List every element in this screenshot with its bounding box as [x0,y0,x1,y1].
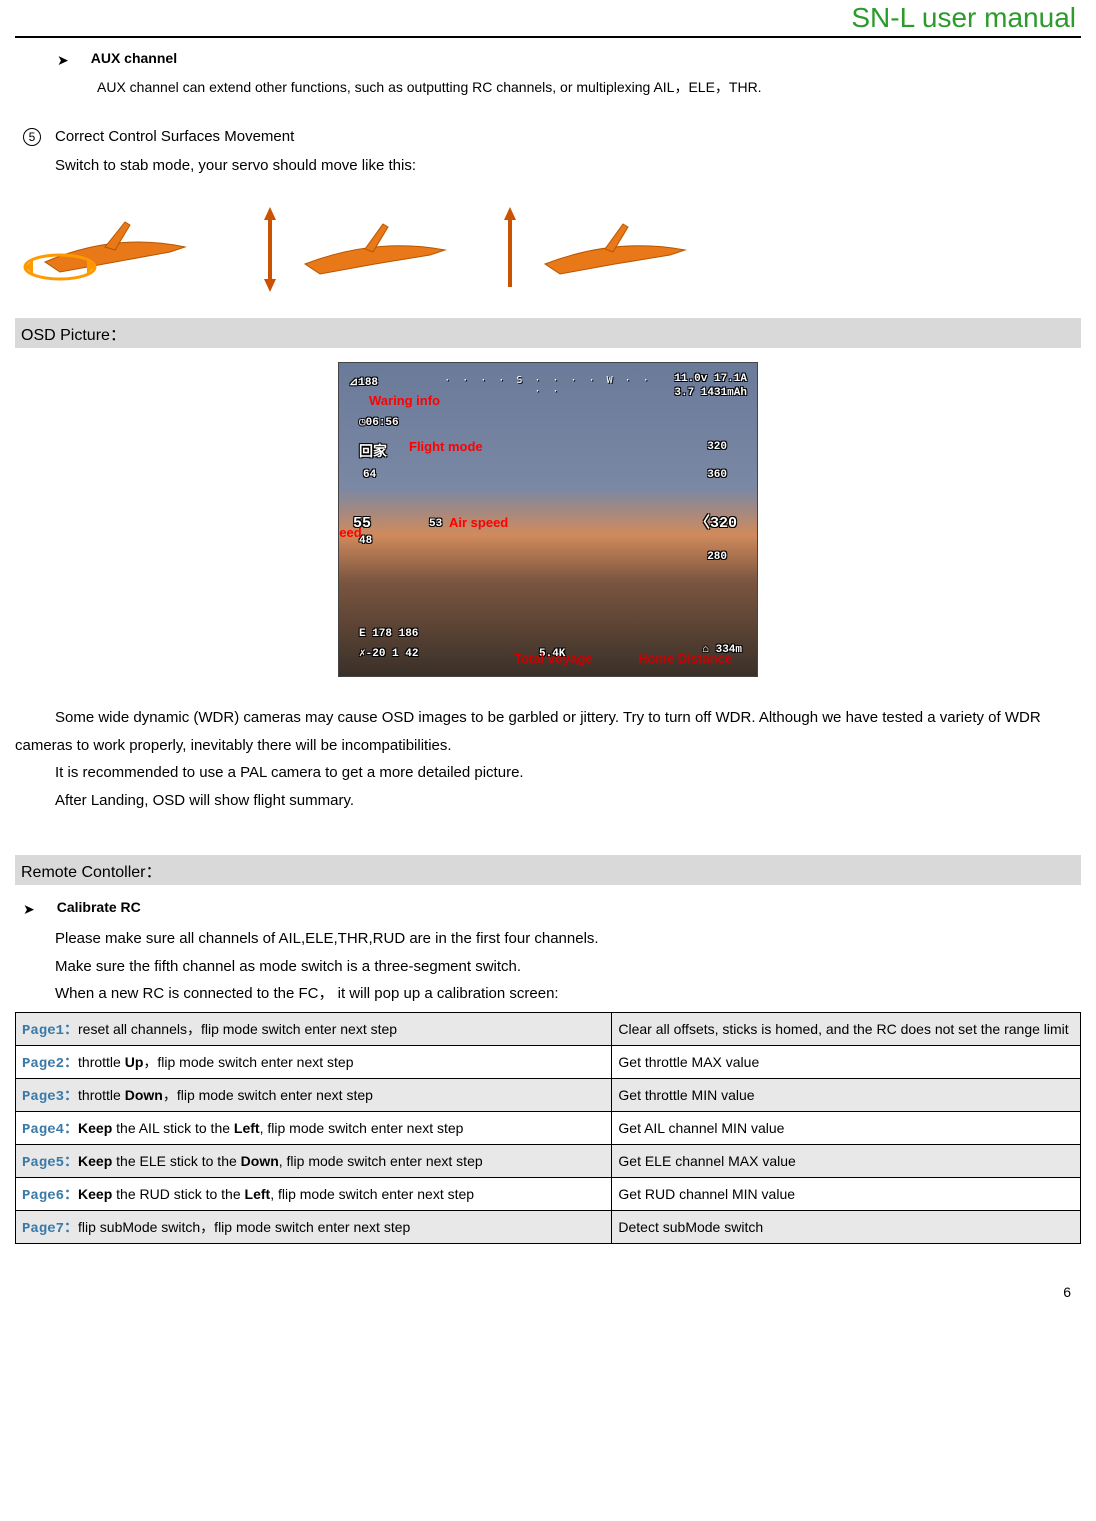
cell-bold: Down [125,1087,163,1103]
osd-label-homedist: Home Distance [638,651,732,666]
cell-text: flip subMode switch，flip mode switch ent… [78,1219,410,1235]
cell-bold: Left [245,1186,271,1202]
chevron-right-icon: ➤ [23,899,35,919]
aux-bullet-line: ➤ AUX channel [57,50,1081,70]
page-tag: Page7： [22,1221,78,1237]
cell-text: Get AIL channel MIN value [612,1112,1081,1145]
osd-label-groundspeed: Ground speed [338,525,362,540]
page-tag: Page4： [22,1122,78,1138]
cell-text: the AIL stick to the [112,1120,234,1136]
cell-text: , flip mode switch enter next step [260,1120,464,1136]
cell-bold: Down [241,1153,279,1169]
cell-bold: Keep [78,1186,112,1202]
osd-hud-e: E 178 186 [359,628,418,640]
cell-text: Get ELE channel MAX value [612,1145,1081,1178]
osd-label-warning: Waring info [369,393,440,408]
table-row: Page5：Keep the ELE stick to the Down, fl… [16,1145,1081,1178]
cell-text: ，flip mode switch enter next step [163,1087,373,1103]
page-tag: Page6： [22,1188,78,1204]
osd-hud-altv: 〈320 [695,511,737,532]
osd-figure-wrap: ⊿188 · · · · S · · · · W · · · · 11.0v 1… [15,362,1081,680]
cell-text: Detect subMode switch [612,1211,1081,1244]
osd-hud-x: ✗-20 1 42 [359,646,418,660]
osd-hud-mode: 回家 [359,441,387,461]
osd-hud-360: 360 [707,469,727,481]
plane-figure-row [15,192,1081,302]
aux-body: AUX channel can extend other functions, … [97,76,1081,100]
osd-hud-clock: ◷06:56 [359,415,399,429]
table-row: Page2：throttle Up，flip mode switch enter… [16,1046,1081,1079]
cell-text: , flip mode switch enter next step [279,1153,483,1169]
cell-text: the ELE stick to the [112,1153,240,1169]
step5-heading-line: 5 Correct Control Surfaces Movement [23,128,1081,146]
cell-text: , flip mode switch enter next step [270,1186,474,1202]
osd-label-flightmode: Flight mode [409,439,483,454]
osd-screenshot: ⊿188 · · · · S · · · · W · · · · 11.0v 1… [338,362,758,677]
osd-hud-320: 320 [707,441,727,453]
osd-section-title: OSD Picture： [15,318,1081,348]
calibrate-p1: Please make sure all channels of AIL,ELE… [55,925,1081,953]
wdr-paragraph-block: Some wide dynamic (WDR) cameras may caus… [15,704,1081,815]
osd-label-totalvoyage: Total voyage [514,651,593,666]
cell-text: throttle [78,1054,125,1070]
cell-text: Get throttle MAX value [612,1046,1081,1079]
cell-text: Get RUD channel MIN value [612,1178,1081,1211]
page-tag: Page3： [22,1089,78,1105]
osd-label-airspeed: Air speed [449,515,508,530]
calibrate-heading: Calibrate RC [57,899,141,915]
osd-hud-topleft: ⊿188 [349,375,378,389]
osd-hud-sat: 64 [363,469,376,481]
cell-text: the RUD stick to the [112,1186,244,1202]
cell-bold: Keep [78,1153,112,1169]
table-row: Page3：throttle Down，flip mode switch ent… [16,1079,1081,1112]
cell-text: reset all channels，flip mode switch ente… [78,1021,397,1037]
table-row: Page4：Keep the AIL stick to the Left, fl… [16,1112,1081,1145]
calibrate-bullet-line: ➤ Calibrate RC [23,899,1081,919]
cell-bold: Keep [78,1120,112,1136]
cell-text: Get throttle MIN value [612,1079,1081,1112]
osd-hud-tr1: 11.0v 17.1A [674,373,747,385]
wdr-p2: It is recommended to use a PAL camera to… [15,759,1081,787]
osd-hud-tr2: 3.7 1431mAh [674,387,747,399]
document-header-title: SN-L user manual [15,0,1081,38]
remote-section-title: Remote Contoller： [15,855,1081,885]
step5-title: Correct Control Surfaces Movement [55,128,294,145]
chevron-right-icon: ➤ [57,50,69,70]
cell-bold: Up [125,1054,144,1070]
cell-text: ，flip mode switch enter next step [143,1054,353,1070]
wdr-p3: After Landing, OSD will show flight summ… [15,787,1081,815]
cell-text: Clear all offsets, sticks is homed, and … [612,1013,1081,1046]
page-tag: Page2： [22,1056,78,1072]
plane-pitch-figure [255,192,455,302]
circled-number-icon: 5 [23,128,41,146]
plane-yaw-figure [495,192,695,302]
osd-hud-air: 53 [429,518,442,530]
calibrate-p3: When a new RC is connected to the FC， it… [55,980,1081,1008]
step5-body: Switch to stab mode, your servo should m… [55,154,1081,178]
plane-roll-figure [15,192,215,302]
table-row: Page6：Keep the RUD stick to the Left, fl… [16,1178,1081,1211]
wdr-p1: Some wide dynamic (WDR) cameras may caus… [15,704,1081,760]
osd-hud-compass: · · · · S · · · · W · · · · [444,375,653,397]
cell-bold: Left [234,1120,260,1136]
calibration-table: Page1：reset all channels，flip mode switc… [15,1012,1081,1244]
page-number: 6 [15,1244,1081,1300]
table-row: Page1：reset all channels，flip mode switc… [16,1013,1081,1046]
osd-hud-280: 280 [707,551,727,563]
cell-text: throttle [78,1087,125,1103]
aux-heading: AUX channel [91,50,177,66]
page-tag: Page1： [22,1023,78,1039]
table-row: Page7：flip subMode switch，flip mode swit… [16,1211,1081,1244]
page-tag: Page5： [22,1155,78,1171]
calibrate-p2: Make sure the fifth channel as mode swit… [55,953,1081,981]
